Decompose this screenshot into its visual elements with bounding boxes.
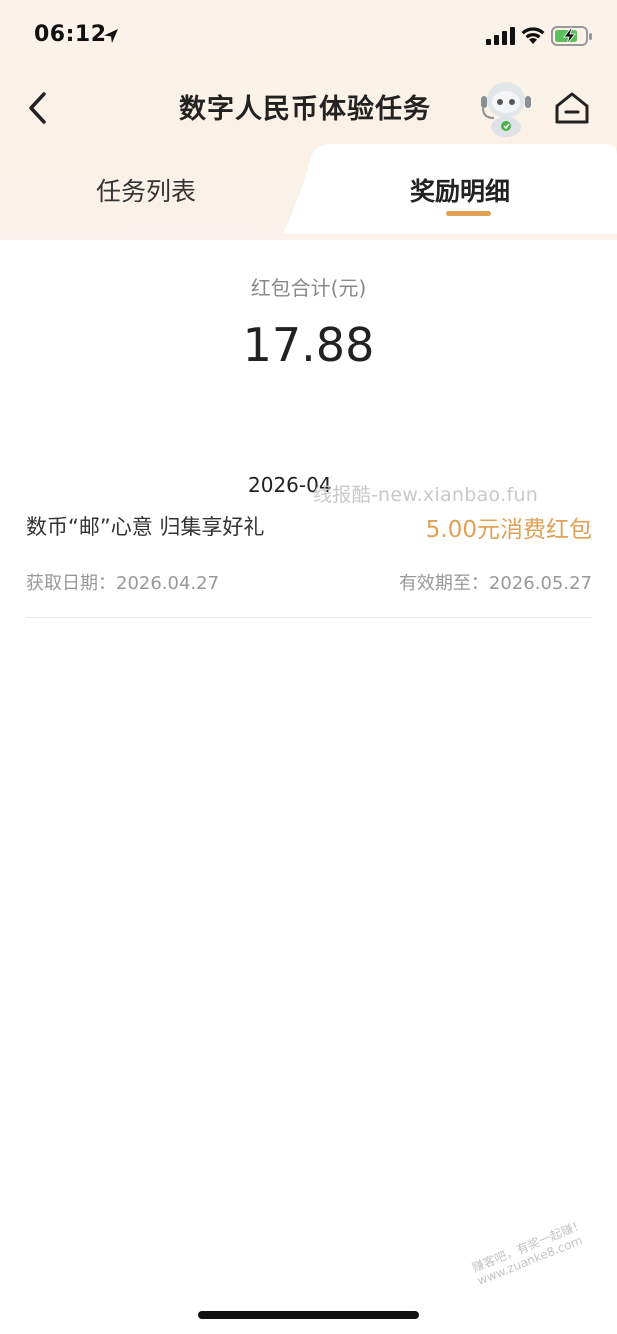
tab-active-background xyxy=(283,144,617,234)
reward-record[interactable]: 数币“邮”心意 归集享好礼 5.00元消费红包 获取日期：2026.04.27 … xyxy=(26,505,592,619)
tab-task-list[interactable]: 任务列表 xyxy=(96,172,196,208)
watermark-bottom: 赚客吧，有奖一起赚！ www.zuanke8.com xyxy=(470,1217,592,1289)
record-title: 数币“邮”心意 归集享好礼 xyxy=(26,515,265,539)
record-expiry-date: 有效期至：2026.05.27 xyxy=(398,573,592,594)
robot-mascot-icon[interactable] xyxy=(478,78,534,138)
tab-reward-details[interactable]: 奖励明细 xyxy=(410,172,510,208)
red-packet-total-label: 红包合计(元) xyxy=(250,276,367,300)
status-bar: 06:12 xyxy=(0,0,617,74)
red-packet-total-value: 17.88 xyxy=(242,318,375,372)
watermark-text: 线报酷-new.xianbao.fun xyxy=(313,484,539,506)
divider xyxy=(26,617,592,618)
record-obtain-date: 获取日期：2026.04.27 xyxy=(26,573,220,594)
record-amount: 5.00元消费红包 xyxy=(425,517,592,543)
status-time: 06:12 xyxy=(34,22,107,47)
cellular-signal-icon xyxy=(486,27,515,45)
home-icon[interactable] xyxy=(552,88,592,128)
wifi-icon xyxy=(521,27,545,44)
battery-charging-icon xyxy=(551,26,592,46)
home-indicator[interactable] xyxy=(198,1311,419,1319)
active-tab-indicator xyxy=(446,211,491,216)
location-arrow-icon xyxy=(104,29,118,43)
tab-bar: 任务列表 奖励明细 xyxy=(0,142,617,234)
